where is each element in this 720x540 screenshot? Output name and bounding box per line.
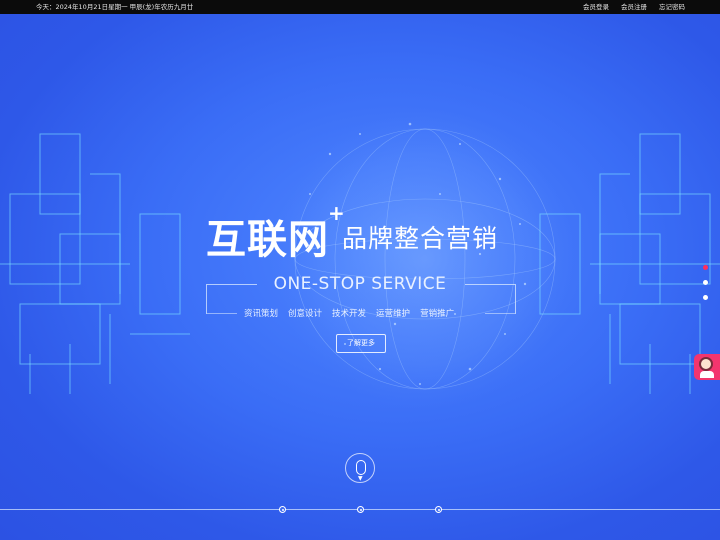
- nav-dot-2[interactable]: [357, 506, 364, 513]
- forgot-password-link[interactable]: 忘记密码: [659, 0, 685, 14]
- nav-dot-1[interactable]: [279, 506, 286, 513]
- account-links: 会员登录 会员注册 忘记密码: [583, 0, 685, 14]
- slide-dot-1[interactable]: [703, 265, 708, 270]
- login-link[interactable]: 会员登录: [583, 0, 609, 14]
- feature-item: 资讯策划: [244, 309, 279, 319]
- service-title: ONE-STOP SERVICE: [273, 274, 447, 294]
- feature-item: 创意设计: [288, 309, 323, 319]
- feature-item: 运营维护: [376, 309, 411, 319]
- register-link[interactable]: 会员注册: [621, 0, 647, 14]
- feature-item: 营销推广: [420, 309, 455, 319]
- slide-dot-3[interactable]: [703, 295, 708, 300]
- mouse-scroll-icon[interactable]: ▼: [345, 453, 375, 483]
- feature-list: 资讯策划 创意设计 技术开发 运营维护 营销推广: [244, 307, 454, 319]
- slide-dots: [703, 265, 708, 300]
- headline: 互联网 + 品牌整合营销: [206, 201, 526, 263]
- hero-banner: 互联网 + 品牌整合营销 ONE-STOP SERVICE 资讯策划 创意设计 …: [0, 14, 720, 540]
- headline-big: 互联网: [206, 217, 329, 263]
- nav-dot-3[interactable]: [435, 506, 442, 513]
- headline-sub: 品牌整合营销: [342, 224, 499, 253]
- customer-service-icon[interactable]: [694, 354, 720, 380]
- learn-more-button[interactable]: 了解更多: [336, 334, 386, 353]
- slide-dot-2[interactable]: [703, 280, 708, 285]
- date-text: 今天：2024年10月21日星期一 甲辰(龙)年农历九月廿: [36, 3, 194, 11]
- feature-item: 技术开发: [332, 309, 367, 319]
- top-bar: 今天：2024年10月21日星期一 甲辰(龙)年农历九月廿 会员登录 会员注册 …: [0, 0, 720, 14]
